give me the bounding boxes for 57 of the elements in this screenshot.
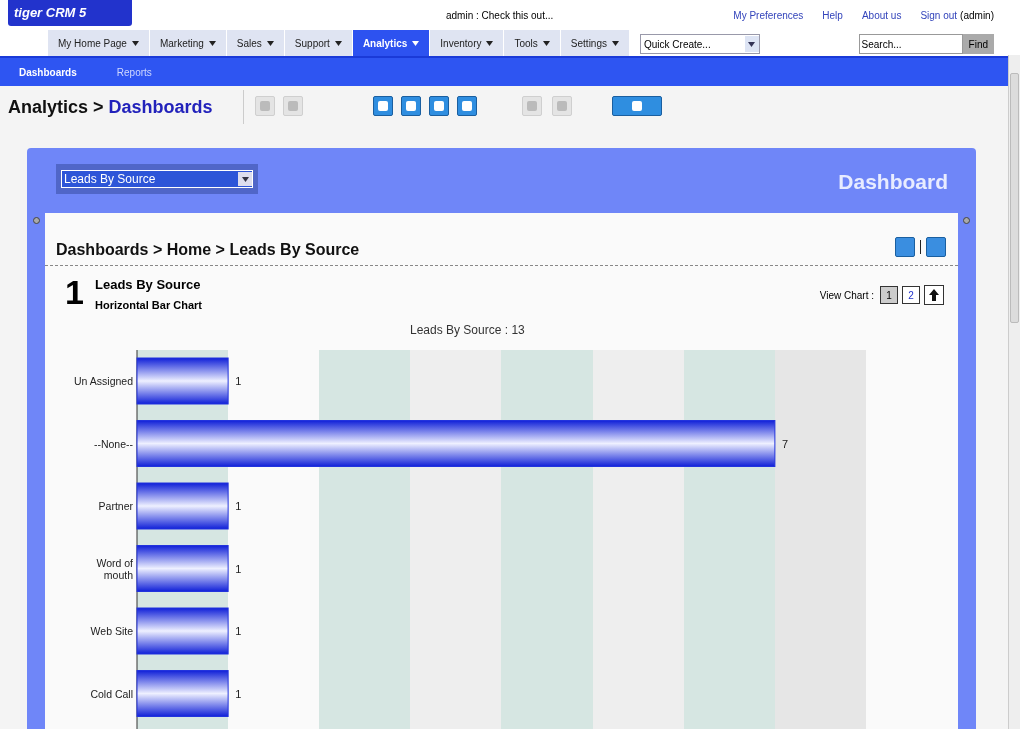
caret-icon [542,40,550,46]
chart-selector[interactable]: Leads By Source [56,164,258,194]
nav-tab[interactable]: Sales [226,30,285,56]
logo[interactable]: tiger CRM 5 [8,0,132,26]
caret-icon [238,172,252,186]
nav-tab[interactable]: Support [284,30,353,56]
subnav-tab[interactable]: Reports [116,64,152,80]
view-chart-button[interactable]: 2 [902,286,920,304]
category-label: Un Assigned [73,374,133,389]
chart-title: Leads By Source [95,276,201,294]
message-text: admin : Check this out... [446,9,554,23]
header-link[interactable]: About us [861,8,902,23]
category-label: Web Site [89,624,133,639]
data-label: 1 [235,687,242,700]
category-label: --None-- [92,436,133,452]
subnav-tab[interactable]: Dashboards [19,64,77,80]
user-name: (admin) [960,9,994,23]
category-label: Word of mouth [95,555,133,583]
category-label: Cold Call [89,686,133,702]
caret-icon [334,40,342,46]
caret-icon [412,40,420,46]
header-link[interactable]: Help [822,8,843,23]
caret-icon [131,40,139,46]
quick-create-dropdown[interactable]: Quick Create... [640,34,760,54]
caret-icon [612,40,619,46]
breadcrumb: Dashboards > Home > Leads By Source [56,240,360,260]
chart-title: Leads By Source : 13 [410,322,525,339]
caret-icon [208,40,216,46]
scrollbar[interactable] [1008,55,1020,729]
data-label: 1 [235,562,242,575]
caret-icon [486,40,494,46]
view-chart-button[interactable]: 1 [880,286,898,304]
data-label: 1 [235,500,242,512]
chart-subtitle: Horizontal Bar Chart [95,298,202,313]
rivet-icon [963,217,970,224]
view-chart-label: View Chart : [819,288,874,303]
up-arrow-button[interactable] [924,285,944,305]
sign-out-link[interactable]: Sign out [920,8,958,23]
page-title: Analytics > Dashboards [8,95,213,119]
chart-number: 1 [65,275,84,309]
data-label: 1 [235,375,242,387]
caret-icon [266,40,274,46]
nav-tab[interactable]: Inventory [430,30,505,56]
category-label: Partner [97,499,133,514]
nav-tab[interactable]: My Home Page [48,30,150,56]
rivet-icon [33,217,40,224]
data-label: 7 [781,437,788,450]
caret-icon [745,36,759,52]
nav-tab[interactable]: Analytics [352,30,431,56]
search-field[interactable]: Search... [858,34,963,54]
header-link[interactable]: My Preferences [733,8,804,23]
nav-tab[interactable]: Settings [560,30,630,56]
dashboard-heading: Dashboard [838,169,948,195]
data-label: 1 [235,625,242,637]
find-button[interactable]: Find [962,34,994,54]
nav-tab[interactable]: Marketing [149,30,227,56]
nav-tab[interactable]: Tools [504,30,561,56]
